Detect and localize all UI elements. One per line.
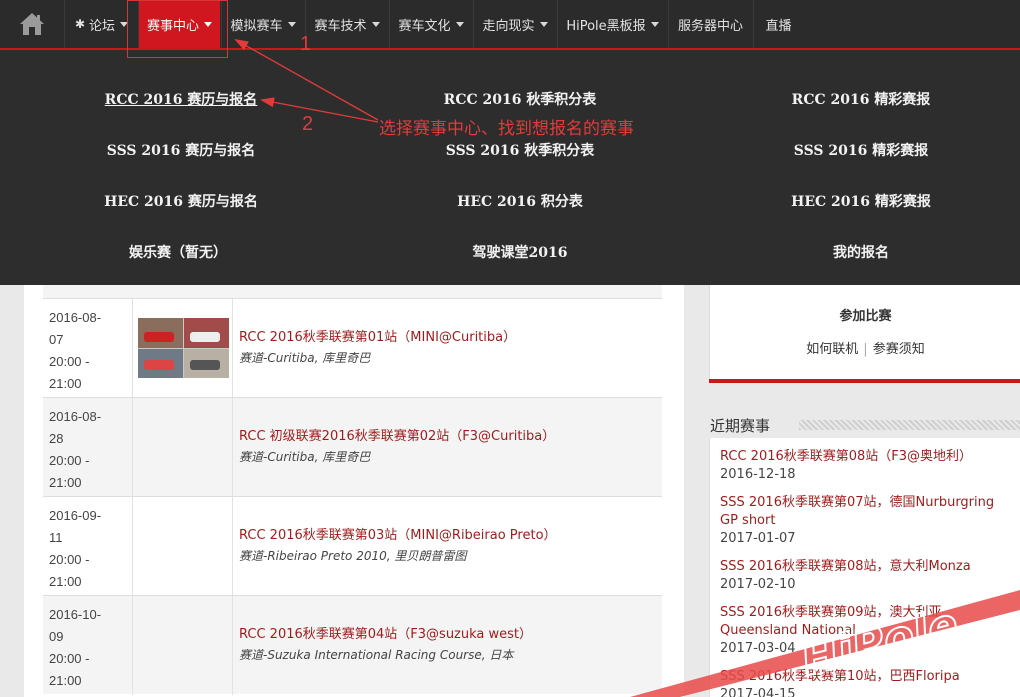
event-info: RCC 2016秋季联赛第03站（MINI@Ribeirao Preto） 赛道…: [239, 527, 659, 567]
nav-home-button[interactable]: [0, 0, 64, 48]
recent-event-date: 2017-02-10: [720, 577, 796, 592]
annotation-instruction-text: 选择赛事中心、找到想报名的赛事: [379, 119, 634, 139]
chevron-down-icon: [287, 21, 296, 27]
dropdown-link-sss-standings[interactable]: SSS 2016 秋季积分表: [446, 140, 594, 160]
dropdown-link-driving-class[interactable]: 驾驶课堂2016: [473, 242, 568, 262]
table-row: 2016-08- 28 20:00 - 21:00 RCC 初级联赛2016秋季…: [43, 397, 662, 497]
race-rules-link[interactable]: 参赛须知: [873, 342, 925, 357]
annotation-highlight-box: [127, 0, 228, 58]
nav-item-to-reality[interactable]: 走向现实: [473, 0, 556, 48]
recent-event-link[interactable]: SSS 2016秋季联赛第10站，巴西Floripa: [720, 668, 1015, 686]
dropdown-link-my-registrations[interactable]: 我的报名: [833, 242, 889, 262]
nav-item-live[interactable]: 直播: [753, 0, 803, 48]
nav-item-sim-racing[interactable]: 模拟赛车: [221, 0, 304, 48]
join-race-title: 参加比赛: [839, 309, 892, 324]
event-thumbnail-cell: [133, 398, 233, 497]
event-thumbnail[interactable]: [138, 318, 229, 378]
join-links: 如何联机 | 参赛须知: [710, 338, 1020, 357]
dropdown-link-sss-schedule[interactable]: SSS 2016 赛历与报名: [107, 140, 255, 160]
table-header-strip: [43, 285, 662, 298]
list-item: SSS 2016秋季联赛第10站，巴西Floripa 2017-04-15: [720, 668, 1015, 697]
recent-event-date: 2017-04-15: [720, 687, 796, 697]
nav-item-label: 模拟赛车: [230, 18, 283, 34]
event-thumbnail-cell: [133, 299, 233, 398]
table-row: 2016-09- 11 20:00 - 21:00 RCC 2016秋季联赛第0…: [43, 496, 662, 596]
event-info: RCC 2016秋季联赛第04站（F3@suzuka west） 赛道-Suzu…: [239, 626, 659, 666]
event-datetime: 2016-09- 11 20:00 - 21:00: [43, 497, 133, 596]
table-row: 2016-08- 07 20:00 - 21:00 RCC 2016秋季联赛第0…: [43, 298, 662, 398]
chevron-down-icon: [371, 21, 380, 27]
recent-event-link[interactable]: SSS 2016秋季联赛第07站，德国Nurburgring GP short: [720, 494, 1015, 530]
event-title-link[interactable]: RCC 初级联赛2016秋季联赛第02站（F3@Curitiba）: [239, 428, 659, 446]
table-row: 2016-10- 09 20:00 - 21:00 RCC 2016秋季联赛第0…: [43, 595, 662, 695]
dropdown-link-hec-standings[interactable]: HEC 2016 积分表: [457, 191, 583, 211]
recent-events-header: 近期赛事: [709, 415, 1020, 437]
nav-item-server-center[interactable]: 服务器中心: [668, 0, 752, 48]
event-center-dropdown: RCC 2016 赛历与报名 RCC 2016 秋季积分表 RCC 2016 精…: [0, 50, 1020, 285]
chevron-down-icon: [455, 21, 464, 27]
event-thumbnail-cell: [133, 596, 233, 695]
nav-item-label: 服务器中心: [677, 18, 743, 34]
nav-item-hipole-board[interactable]: HiPole黑板报: [557, 0, 667, 48]
event-title-link[interactable]: RCC 2016秋季联赛第03站（MINI@Ribeirao Preto）: [239, 527, 659, 545]
event-title-link[interactable]: RCC 2016秋季联赛第01站（MINI@Curitiba）: [239, 329, 659, 347]
recent-events-list: RCC 2016秋季联赛第08站（F3@奥地利） 2016-12-18 SSS …: [709, 438, 1020, 697]
event-track: 赛道-Curitiba, 库里奇巴: [239, 351, 371, 365]
sidebar-divider: [709, 379, 1020, 383]
nav-item-label: 论坛: [89, 18, 116, 34]
list-item: SSS 2016秋季联赛第08站，意大利Monza 2017-02-10: [720, 558, 1015, 594]
list-item: RCC 2016秋季联赛第08站（F3@奥地利） 2016-12-18: [720, 448, 1015, 484]
nav-item-racing-tech[interactable]: 赛车技术: [305, 0, 388, 48]
recent-event-date: 2017-03-04: [720, 641, 796, 656]
nav-item-label: 直播: [765, 18, 792, 34]
dropdown-link-rcc-schedule[interactable]: RCC 2016 赛历与报名: [105, 89, 258, 109]
event-track: 赛道-Ribeirao Preto 2010, 里贝朗普雷图: [239, 549, 467, 563]
nav-item-label: HiPole黑板报: [566, 18, 646, 34]
sidebar-join-box: 参加比赛 如何联机 | 参赛须知: [709, 285, 1020, 381]
event-thumbnail-cell: [133, 497, 233, 596]
event-datetime: 2016-08- 28 20:00 - 21:00: [43, 398, 133, 497]
nav-item-label: 赛车技术: [314, 18, 367, 34]
chevron-down-icon: [650, 21, 659, 27]
recent-events-title: 近期赛事: [710, 415, 777, 436]
event-datetime: 2016-08- 07 20:00 - 21:00: [43, 299, 133, 398]
nav-item-label: 走向现实: [482, 18, 535, 34]
how-to-connect-link[interactable]: 如何联机: [806, 342, 858, 357]
nav-item-label: 赛车文化: [398, 18, 451, 34]
dropdown-link-sss-reports[interactable]: SSS 2016 精彩赛报: [794, 140, 928, 160]
header-stripes: [799, 420, 1020, 430]
recent-event-date: 2016-12-18: [720, 467, 796, 482]
recent-event-link[interactable]: SSS 2016秋季联赛第08站，意大利Monza: [720, 558, 1015, 576]
event-datetime: 2016-10- 09 20:00 - 21:00: [43, 596, 133, 695]
annotation-step-1: 1: [300, 33, 312, 55]
event-info: RCC 初级联赛2016秋季联赛第02站（F3@Curitiba） 赛道-Cur…: [239, 428, 659, 468]
link-separator: |: [863, 342, 868, 357]
home-icon: [20, 13, 44, 35]
nav-item-racing-culture[interactable]: 赛车文化: [389, 0, 472, 48]
event-info: RCC 2016秋季联赛第01站（MINI@Curitiba） 赛道-Curit…: [239, 329, 659, 369]
recent-event-link[interactable]: SSS 2016秋季联赛第09站，澳大利亚 Queensland Nationa…: [720, 604, 1015, 640]
recent-event-date: 2017-01-07: [720, 531, 796, 546]
dropdown-link-rcc-standings[interactable]: RCC 2016 秋季积分表: [444, 89, 597, 109]
gear-icon: ✱: [74, 17, 86, 31]
dropdown-link-hec-reports[interactable]: HEC 2016 精彩赛报: [791, 191, 931, 211]
dropdown-link-fun-race[interactable]: 娱乐赛（暂无）: [129, 242, 227, 262]
event-track: 赛道-Suzuka International Racing Course, 日…: [239, 648, 514, 662]
event-title-link[interactable]: RCC 2016秋季联赛第04站（F3@suzuka west）: [239, 626, 659, 644]
dropdown-link-hec-schedule[interactable]: HEC 2016 赛历与报名: [104, 191, 258, 211]
chevron-down-icon: [539, 21, 548, 27]
list-item: SSS 2016秋季联赛第09站，澳大利亚 Queensland Nationa…: [720, 604, 1015, 658]
recent-event-link[interactable]: RCC 2016秋季联赛第08站（F3@奥地利）: [720, 448, 1015, 466]
annotation-step-2: 2: [302, 113, 314, 135]
list-item: SSS 2016秋季联赛第07站，德国Nurburgring GP short …: [720, 494, 1015, 548]
dropdown-link-rcc-reports[interactable]: RCC 2016 精彩赛报: [792, 89, 931, 109]
event-track: 赛道-Curitiba, 库里奇巴: [239, 450, 371, 464]
